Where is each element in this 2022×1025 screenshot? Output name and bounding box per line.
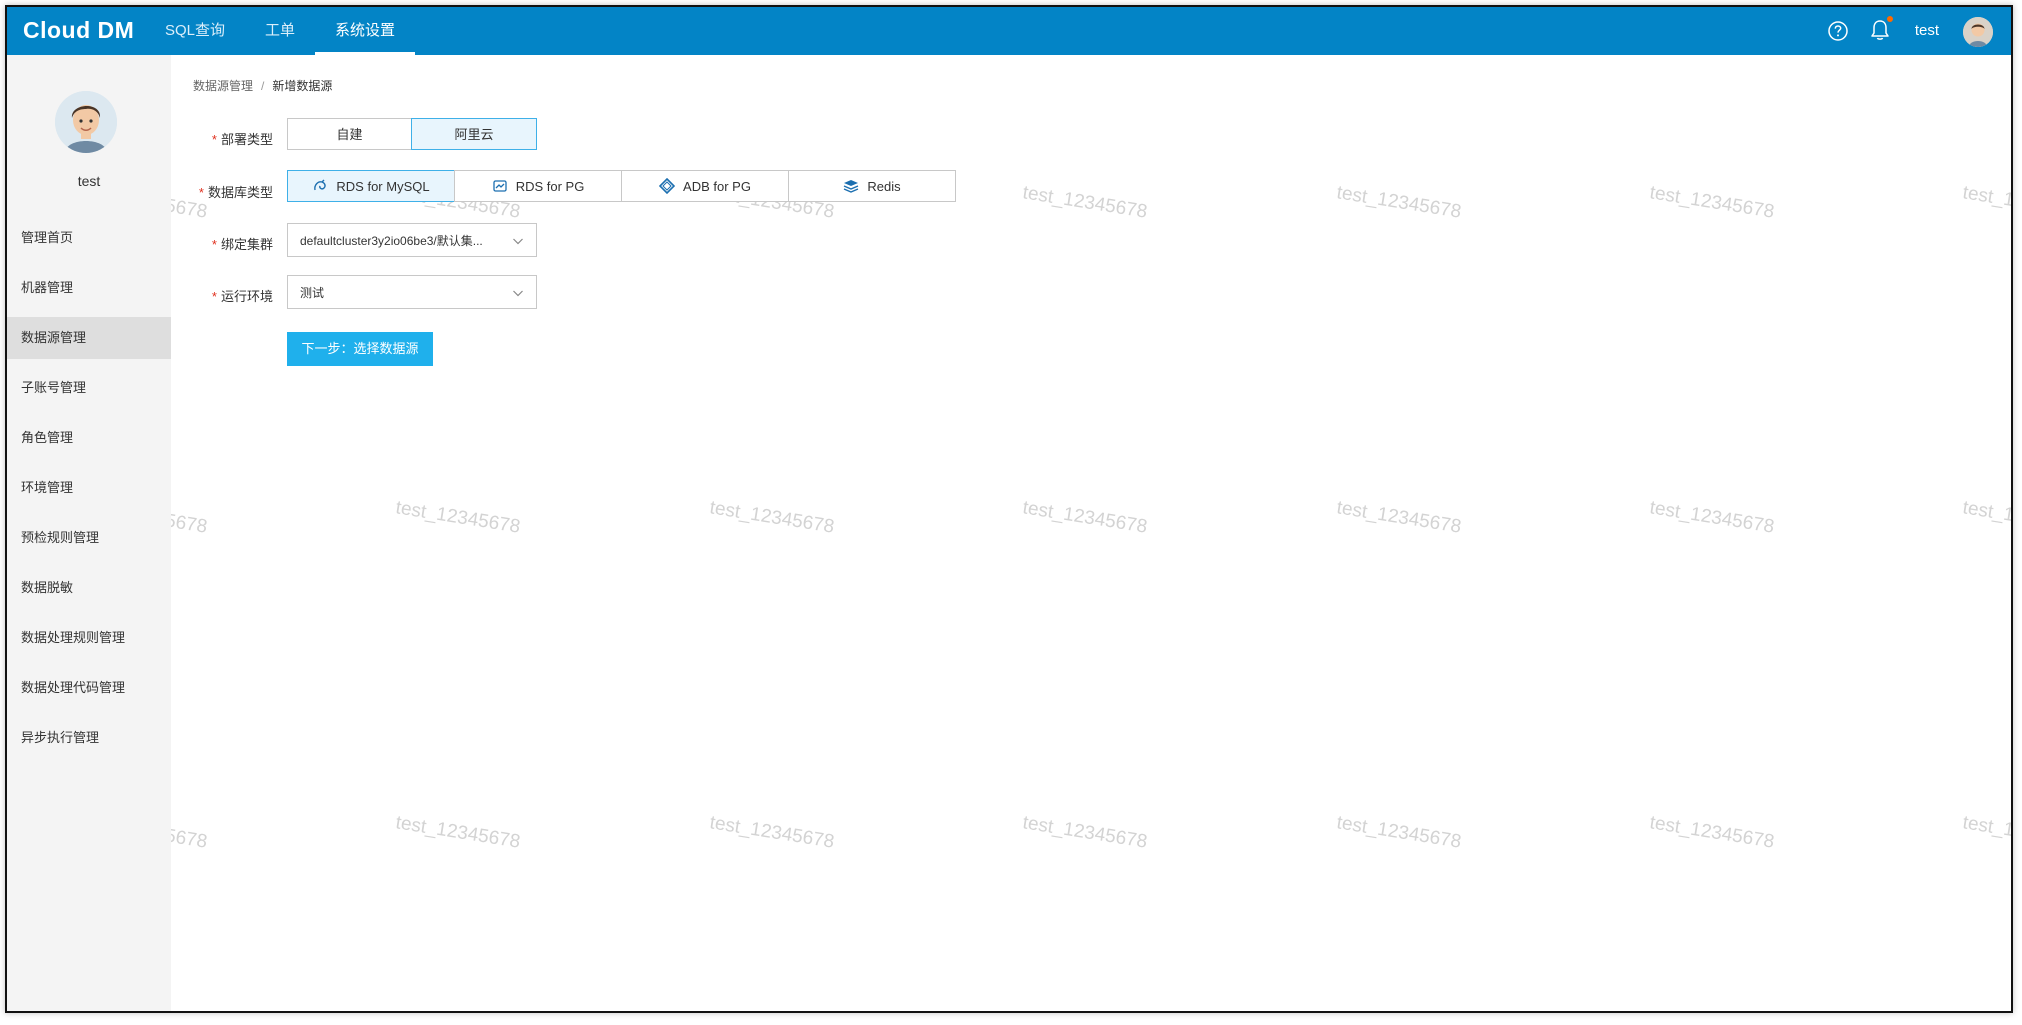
avatar[interactable]: [1963, 17, 1993, 47]
sidebar-item-async-execution[interactable]: 异步执行管理: [7, 717, 171, 759]
watermark: test_12345678: [1961, 497, 2013, 538]
deploy-type-aliyun[interactable]: 阿里云: [411, 118, 537, 150]
top-navbar: Cloud DM SQL查询 工单 系统设置 test: [7, 7, 2011, 55]
nav-ticket[interactable]: 工单: [265, 7, 295, 55]
watermark: test_12345678: [1961, 812, 2013, 853]
cluster-label: * 绑定集群: [211, 237, 273, 252]
sidebar-item-subaccounts[interactable]: 子账号管理: [7, 367, 171, 409]
db-type-redis[interactable]: Redis: [788, 170, 956, 202]
adb-icon: [659, 178, 676, 195]
deploy-type-label: * 部署类型: [211, 132, 273, 147]
chevron-down-icon: [513, 290, 523, 297]
cluster-select-value: defaultcluster3y2io06be3/默认集...: [300, 234, 483, 248]
watermark: test_12345678: [1648, 497, 1776, 538]
app-window: test_12345678 test_12345678 test_1234567…: [5, 5, 2013, 1013]
db-type-adb-pg[interactable]: ADB for PG: [621, 170, 789, 202]
breadcrumb-parent[interactable]: 数据源管理: [193, 79, 253, 93]
notification-dot: [1887, 16, 1893, 22]
cluster-select[interactable]: defaultcluster3y2io06be3/默认集...: [287, 223, 537, 257]
db-type-rds-mysql[interactable]: RDS for MySQL: [287, 170, 455, 202]
breadcrumb-separator: /: [261, 79, 265, 93]
watermark: test_12345678: [1021, 182, 1149, 223]
sidebar-item-roles[interactable]: 角色管理: [7, 417, 171, 459]
mysql-icon: [314, 179, 327, 191]
logo[interactable]: Cloud DM: [23, 15, 134, 45]
watermark: test_12345678: [1335, 182, 1463, 223]
deploy-type-self-hosted[interactable]: 自建: [287, 118, 412, 150]
sidebar-username: test: [77, 173, 101, 189]
top-username[interactable]: test: [1915, 7, 1939, 55]
sidebar-item-datasources[interactable]: 数据源管理: [7, 317, 171, 359]
sidebar-item-machines[interactable]: 机器管理: [7, 267, 171, 309]
sidebar-item-data-masking[interactable]: 数据脱敏: [7, 567, 171, 609]
nav-system-settings[interactable]: 系统设置: [314, 7, 416, 55]
help-icon[interactable]: [1827, 20, 1849, 42]
environment-label: * 运行环境: [211, 289, 273, 304]
watermark: test_12345678: [1335, 812, 1463, 853]
watermark: test_12345678: [1961, 182, 2013, 223]
watermark: test_12345678: [1335, 497, 1463, 538]
chevron-down-icon: [513, 238, 523, 245]
sidebar-item-processing-code[interactable]: 数据处理代码管理: [7, 667, 171, 709]
db-type-label: * 数据库类型: [198, 185, 273, 200]
watermark: test_12345678: [394, 812, 522, 853]
breadcrumb: 数据源管理 / 新增数据源: [193, 77, 332, 94]
environment-select[interactable]: 测试: [287, 275, 537, 309]
sidebar-item-environments[interactable]: 环境管理: [7, 467, 171, 509]
environment-select-value: 测试: [300, 286, 325, 300]
watermark: test_12345678: [1021, 497, 1149, 538]
watermark: test_12345678: [1648, 812, 1776, 853]
watermark: test_12345678: [708, 812, 836, 853]
watermark: test_12345678: [1021, 812, 1149, 853]
nav-sql-query[interactable]: SQL查询: [165, 7, 225, 55]
watermark: test_12345678: [394, 497, 522, 538]
watermark: test_12345678: [708, 497, 836, 538]
sidebar: test 管理首页 机器管理 数据源管理 子账号管理 角色管理 环境管理 预检规…: [7, 55, 171, 1011]
next-step-button[interactable]: 下一步：选择数据源: [287, 332, 433, 366]
redis-icon: [844, 180, 859, 193]
sidebar-item-precheck-rules[interactable]: 预检规则管理: [7, 517, 171, 559]
breadcrumb-current: 新增数据源: [272, 79, 333, 93]
db-type-rds-pg[interactable]: RDS for PG: [454, 170, 622, 202]
sidebar-item-processing-rules[interactable]: 数据处理规则管理: [7, 617, 171, 659]
avatar: [55, 91, 117, 153]
watermark: test_12345678: [1648, 182, 1776, 223]
sidebar-item-home[interactable]: 管理首页: [7, 217, 171, 259]
postgresql-icon: [493, 180, 507, 192]
